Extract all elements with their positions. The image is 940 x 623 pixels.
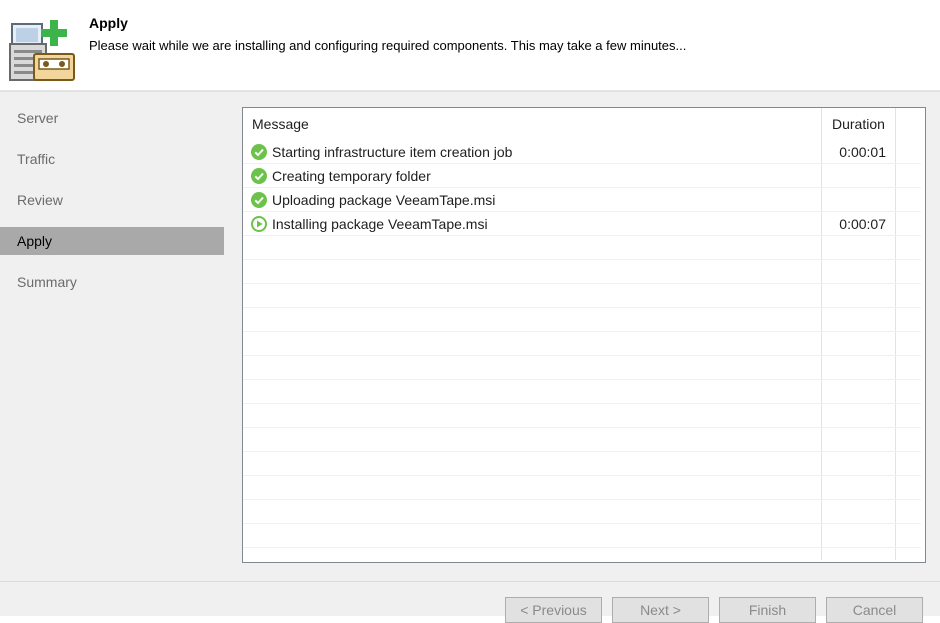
page-title: Apply (89, 15, 128, 31)
wizard-header: Apply Please wait while we are installin… (0, 0, 940, 91)
tape-server-add-icon (9, 20, 75, 81)
wizard-footer: < Previous Next > Finish Cancel (0, 581, 940, 623)
sidebar-item-server[interactable]: Server (0, 104, 224, 132)
wizard-steps-sidebar: Server Traffic Review Apply Summary (0, 91, 226, 582)
empty-row (243, 332, 921, 356)
previous-button[interactable]: < Previous (505, 597, 602, 623)
row-message: Installing package VeeamTape.msi (272, 216, 488, 232)
sidebar-item-review[interactable]: Review (0, 186, 224, 214)
empty-row (243, 284, 921, 308)
table-header: Message Duration (243, 108, 925, 138)
sidebar-item-summary[interactable]: Summary (0, 268, 224, 296)
empty-row (243, 500, 921, 524)
check-circle-icon (251, 192, 267, 208)
cancel-button[interactable]: Cancel (826, 597, 923, 623)
empty-row (243, 476, 921, 500)
table-row[interactable]: Installing package VeeamTape.msi 0:00:07 (243, 212, 921, 236)
sidebar-item-apply[interactable]: Apply (0, 227, 224, 255)
progress-log-table[interactable]: Message Duration Starting infrastructure… (242, 107, 926, 563)
empty-row (243, 452, 921, 476)
finish-button[interactable]: Finish (719, 597, 816, 623)
row-message: Uploading package VeeamTape.msi (272, 192, 496, 208)
empty-row (243, 428, 921, 452)
table-row[interactable]: Starting infrastructure item creation jo… (243, 140, 921, 164)
row-duration: 0:00:01 (839, 144, 886, 160)
empty-row (243, 260, 921, 284)
play-circle-icon (251, 216, 267, 232)
row-message: Creating temporary folder (272, 168, 431, 184)
empty-row (243, 404, 921, 428)
empty-row (243, 524, 921, 548)
check-circle-icon (251, 168, 267, 184)
empty-row (243, 380, 921, 404)
main-panel: Message Duration Starting infrastructure… (226, 91, 940, 582)
next-button[interactable]: Next > (612, 597, 709, 623)
empty-row (243, 308, 921, 332)
empty-row (243, 236, 921, 260)
table-row[interactable]: Uploading package VeeamTape.msi (243, 188, 921, 212)
column-header-message[interactable]: Message (252, 108, 309, 138)
sidebar-item-traffic[interactable]: Traffic (0, 145, 224, 173)
empty-row (243, 356, 921, 380)
column-header-duration[interactable]: Duration (832, 108, 885, 138)
table-row[interactable]: Creating temporary folder (243, 164, 921, 188)
row-message: Starting infrastructure item creation jo… (272, 144, 513, 160)
page-subtitle: Please wait while we are installing and … (89, 38, 687, 53)
row-duration: 0:00:07 (839, 216, 886, 232)
check-circle-icon (251, 144, 267, 160)
